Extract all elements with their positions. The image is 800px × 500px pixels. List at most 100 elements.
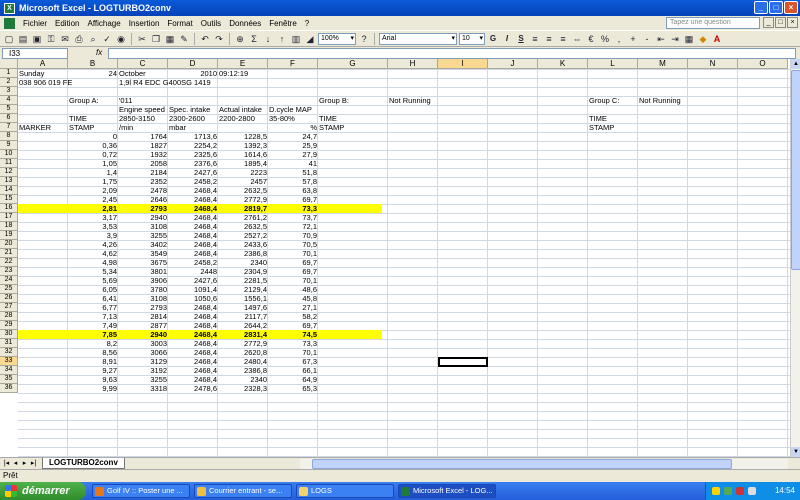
sort-descending-icon[interactable]: ↑ — [276, 33, 288, 45]
research-icon[interactable]: ◉ — [115, 33, 127, 45]
cell-l6[interactable]: TIME — [588, 114, 788, 123]
row-header-4[interactable]: 4 — [0, 96, 18, 105]
cell-c30[interactable]: 2940 — [118, 330, 168, 339]
fx-icon[interactable]: fx — [96, 48, 102, 57]
vertical-scrollbar[interactable]: ▲ ▼ — [790, 59, 800, 457]
cell-c4[interactable]: '011 — [118, 96, 318, 105]
cell-d17[interactable]: 2468,4 — [168, 213, 218, 222]
column-header-e[interactable]: E — [218, 59, 268, 69]
cell-b14[interactable]: 2,09 — [68, 186, 118, 195]
cell-b11[interactable]: 1,05 — [68, 159, 118, 168]
antivirus-icon[interactable] — [724, 487, 732, 495]
email-icon[interactable]: ✉ — [59, 33, 71, 45]
cell-e20[interactable]: 2433,6 — [218, 240, 268, 249]
last-sheet-icon[interactable]: ▸| — [29, 459, 38, 467]
cell-d15[interactable]: 2468,4 — [168, 195, 218, 204]
row-header-24[interactable]: 24 — [0, 276, 18, 285]
percent-icon[interactable]: % — [599, 33, 611, 45]
format-painter-icon[interactable]: ✎ — [178, 33, 190, 45]
row-header-12[interactable]: 12 — [0, 168, 18, 177]
network-icon[interactable] — [712, 487, 720, 495]
cell-e25[interactable]: 2129,4 — [218, 285, 268, 294]
increase-decimal-icon[interactable]: + — [627, 33, 639, 45]
row-header-17[interactable]: 17 — [0, 213, 18, 222]
cell-d1[interactable]: 2010 — [168, 69, 218, 78]
cell-c21[interactable]: 3549 — [118, 249, 168, 258]
menu-format[interactable]: Format — [163, 19, 196, 28]
cell-f15[interactable]: 69,7 — [268, 195, 318, 204]
cell-c36[interactable]: 3318 — [118, 384, 168, 393]
cell-d26[interactable]: 1050,6 — [168, 294, 218, 303]
cell-f36[interactable]: 65,3 — [268, 384, 318, 393]
cell-b15[interactable]: 2,45 — [68, 195, 118, 204]
menu-outils[interactable]: Outils — [197, 19, 225, 28]
row-header-7[interactable]: 7 — [0, 123, 18, 132]
security-icon[interactable] — [736, 487, 744, 495]
cell-d9[interactable]: 2254,2 — [168, 141, 218, 150]
spreadsheet-grid[interactable]: A B C D E F G H I J K L M N O 1 2 3 4 5 6 7 8 9 10 11 12 13 14 15 16 17… — [0, 59, 790, 457]
cell-c29[interactable]: 2877 — [118, 321, 168, 330]
column-header-i[interactable]: I — [438, 59, 488, 69]
menu-affichage[interactable]: Affichage — [83, 19, 124, 28]
cell-f28[interactable]: 58,2 — [268, 312, 318, 321]
cell-f13[interactable]: 57,8 — [268, 177, 318, 186]
menu-edition[interactable]: Edition — [51, 19, 83, 28]
cell-e30[interactable]: 2831,4 — [218, 330, 268, 339]
row-header-33[interactable]: 33 — [0, 357, 18, 366]
column-header-a[interactable]: A — [18, 59, 68, 69]
cell-b32[interactable]: 8,56 — [68, 348, 118, 357]
cell-f25[interactable]: 48,6 — [268, 285, 318, 294]
cell-b28[interactable]: 7,13 — [68, 312, 118, 321]
scroll-down-icon[interactable]: ▼ — [791, 447, 800, 457]
cell-c18[interactable]: 3108 — [118, 222, 168, 231]
cell-b12[interactable]: 1,4 — [68, 168, 118, 177]
cell-b10[interactable]: 0,72 — [68, 150, 118, 159]
cell-b21[interactable]: 4,62 — [68, 249, 118, 258]
cell-b22[interactable]: 4,98 — [68, 258, 118, 267]
cell-b13[interactable]: 1,75 — [68, 177, 118, 186]
cell-e36[interactable]: 2328,3 — [218, 384, 268, 393]
workbook-icon[interactable] — [4, 17, 15, 29]
cell-e21[interactable]: 2386,8 — [218, 249, 268, 258]
cell-b24[interactable]: 5,69 — [68, 276, 118, 285]
cell-c13[interactable]: 2352 — [118, 177, 168, 186]
cell-f21[interactable]: 70,1 — [268, 249, 318, 258]
cell-e18[interactable]: 2632,5 — [218, 222, 268, 231]
cell-c11[interactable]: 2058 — [118, 159, 168, 168]
cell-f11[interactable]: 41 — [268, 159, 318, 168]
open-icon[interactable]: ▤ — [17, 33, 29, 45]
paste-icon[interactable]: ▦ — [164, 33, 176, 45]
cell-e24[interactable]: 2281,5 — [218, 276, 268, 285]
cell-b20[interactable]: 4,26 — [68, 240, 118, 249]
save-icon[interactable]: ▣ — [31, 33, 43, 45]
task-browser[interactable]: Golf IV :: Poster une ... — [92, 484, 190, 498]
row-header-10[interactable]: 10 — [0, 150, 18, 159]
sheet-tab[interactable]: LOGTURBO2conv — [42, 458, 125, 469]
cell-d21[interactable]: 2468,4 — [168, 249, 218, 258]
cell-c17[interactable]: 2940 — [118, 213, 168, 222]
cell-f5[interactable]: D.cycle MAP — [268, 105, 468, 114]
cell-c12[interactable]: 2184 — [118, 168, 168, 177]
cell-e8[interactable]: 1228,5 — [218, 132, 268, 141]
decrease-indent-icon[interactable]: ⇤ — [655, 33, 667, 45]
cell-c31[interactable]: 3003 — [118, 339, 168, 348]
cell-b16[interactable]: 2,81 — [68, 204, 118, 213]
task-folder[interactable]: LOGS — [296, 484, 394, 498]
task-excel[interactable]: Microsoft Excel - LOG... — [398, 484, 496, 498]
select-all-corner[interactable] — [0, 59, 18, 69]
underline-icon[interactable]: S — [515, 33, 527, 45]
cell-c22[interactable]: 3675 — [118, 258, 168, 267]
cell-f7[interactable]: % — [268, 123, 318, 132]
cell-c9[interactable]: 1827 — [118, 141, 168, 150]
cell-c19[interactable]: 3255 — [118, 231, 168, 240]
cell-d35[interactable]: 2468,4 — [168, 375, 218, 384]
row-header-2[interactable]: 2 — [0, 78, 18, 87]
row-header-30[interactable]: 30 — [0, 330, 18, 339]
cell-c25[interactable]: 3780 — [118, 285, 168, 294]
cell-c15[interactable]: 2646 — [118, 195, 168, 204]
cell-b8[interactable]: 0 — [68, 132, 118, 141]
cell-e1[interactable]: 09:12:19 — [218, 69, 418, 78]
cell-e33[interactable]: 2480,4 — [218, 357, 268, 366]
cell-m4[interactable]: Not Running — [638, 96, 790, 105]
cell-f30[interactable]: 74,5 — [268, 330, 318, 339]
